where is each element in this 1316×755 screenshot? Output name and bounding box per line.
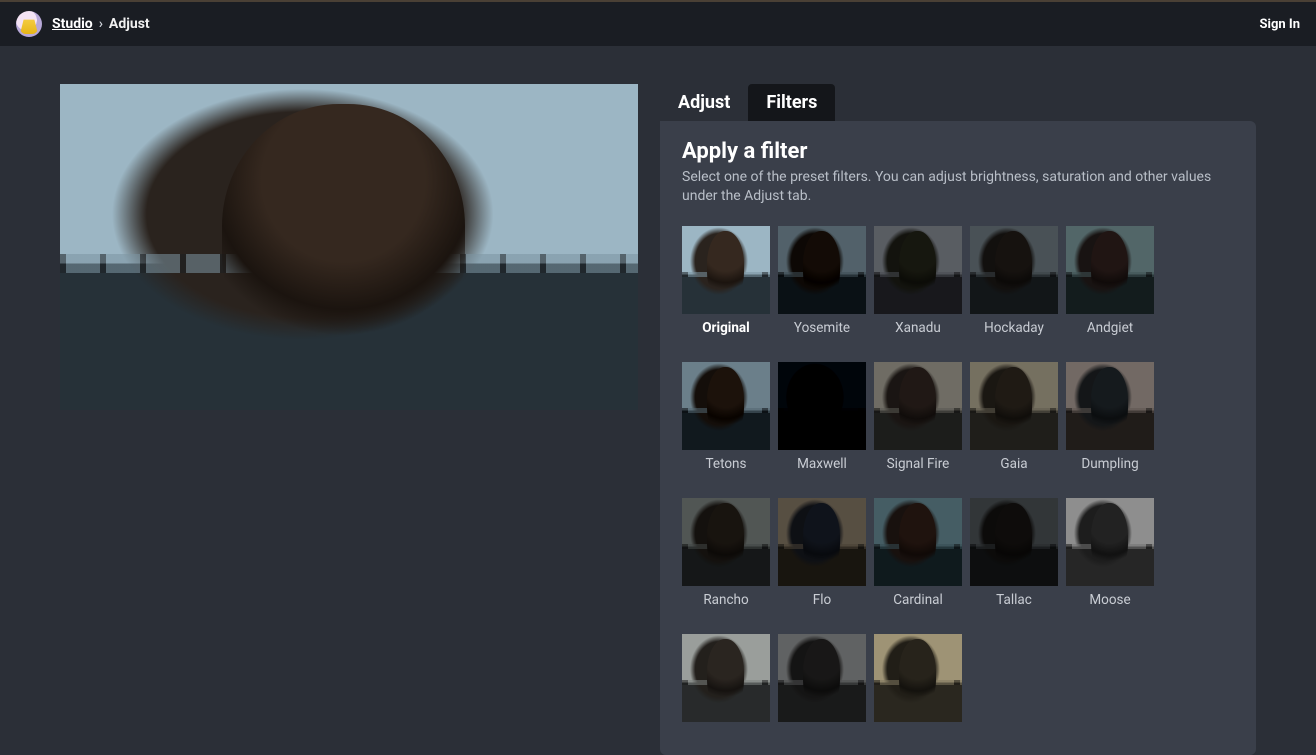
breadcrumb-studio-link[interactable]: Studio (52, 16, 93, 32)
thumbnail-image (682, 226, 770, 314)
filter-maxwell[interactable]: Maxwell (778, 362, 866, 472)
tab-bar: Adjust Filters (660, 84, 1256, 121)
avatar[interactable] (16, 11, 42, 37)
filter-thumbnail (874, 226, 962, 314)
filter-label: Andgiet (1066, 320, 1154, 336)
thumbnail-image (778, 362, 866, 450)
filter-xanadu[interactable]: Xanadu (874, 226, 962, 336)
filter-label: Rancho (682, 592, 770, 608)
filter-thumbnail (970, 362, 1058, 450)
filter-label: Yosemite (778, 320, 866, 336)
filter-gaia[interactable]: Gaia (970, 362, 1058, 472)
filter-andgiet[interactable]: Andgiet (1066, 226, 1154, 336)
thumbnail-image (778, 498, 866, 586)
panel-description: Select one of the preset filters. You ca… (682, 168, 1234, 206)
breadcrumb-text: Studio › Adjust (52, 16, 150, 32)
tab-filters[interactable]: Filters (748, 84, 835, 121)
filter-label: Original (682, 320, 770, 336)
thumbnail-image (874, 226, 962, 314)
thumbnail-image (970, 498, 1058, 586)
filter-thumbnail (874, 498, 962, 586)
image-preview[interactable] (60, 84, 638, 410)
thumbnail-image (970, 226, 1058, 314)
thumbnail-image (682, 362, 770, 450)
filter-thumbnail (1066, 362, 1154, 450)
thumbnail-image (1066, 226, 1154, 314)
thumbnail-image (874, 498, 962, 586)
filters-panel: Apply a filter Select one of the preset … (660, 121, 1256, 755)
filter-label: Hockaday (970, 320, 1058, 336)
sign-in-link[interactable]: Sign In (1260, 17, 1300, 32)
filter-cardinal[interactable]: Cardinal (874, 498, 962, 608)
filter-label: Maxwell (778, 456, 866, 472)
filter-extra3[interactable] (874, 634, 962, 728)
filter-label: Moose (1066, 592, 1154, 608)
filter-thumbnail (682, 498, 770, 586)
filter-label: Dumpling (1066, 456, 1154, 472)
thumbnail-image (778, 634, 866, 722)
thumbnail-image (682, 634, 770, 722)
filter-thumbnail (970, 226, 1058, 314)
tab-adjust[interactable]: Adjust (660, 84, 748, 121)
filter-hockaday[interactable]: Hockaday (970, 226, 1058, 336)
filter-thumbnail (1066, 226, 1154, 314)
filter-signalfire[interactable]: Signal Fire (874, 362, 962, 472)
thumbnail-image (1066, 362, 1154, 450)
filter-tallac[interactable]: Tallac (970, 498, 1058, 608)
filter-original[interactable]: Original (682, 226, 770, 336)
top-bar: Studio › Adjust Sign In (0, 0, 1316, 46)
filter-tetons[interactable]: Tetons (682, 362, 770, 472)
filter-thumbnail (874, 362, 962, 450)
filter-label: Xanadu (874, 320, 962, 336)
editor-panel: Adjust Filters Apply a filter Select one… (660, 84, 1256, 755)
filter-label: Cardinal (874, 592, 962, 608)
thumbnail-image (1066, 498, 1154, 586)
workspace: Adjust Filters Apply a filter Select one… (0, 46, 1316, 755)
filter-thumbnail (778, 362, 866, 450)
filter-dumpling[interactable]: Dumpling (1066, 362, 1154, 472)
filter-grid: Original Yosemite Xanadu Hockaday Andgiet Tet… (682, 226, 1234, 728)
filter-moose[interactable]: Moose (1066, 498, 1154, 608)
filter-extra2[interactable] (778, 634, 866, 728)
filter-thumbnail (682, 362, 770, 450)
filter-thumbnail (970, 498, 1058, 586)
filter-extra1[interactable] (682, 634, 770, 728)
filter-label: Flo (778, 592, 866, 608)
thumbnail-image (778, 226, 866, 314)
thumbnail-image (970, 362, 1058, 450)
filter-flo[interactable]: Flo (778, 498, 866, 608)
filter-thumbnail (682, 634, 770, 722)
breadcrumb: Studio › Adjust (16, 11, 150, 37)
thumbnail-image (682, 498, 770, 586)
chevron-right-icon: › (99, 16, 103, 32)
thumbnail-image (874, 362, 962, 450)
filter-yosemite[interactable]: Yosemite (778, 226, 866, 336)
filter-label: Tallac (970, 592, 1058, 608)
filter-thumbnail (778, 498, 866, 586)
filter-thumbnail (778, 634, 866, 722)
panel-title: Apply a filter (682, 139, 1234, 164)
filter-thumbnail (874, 634, 962, 722)
filter-label: Signal Fire (874, 456, 962, 472)
breadcrumb-current: Adjust (109, 16, 150, 32)
filter-thumbnail (682, 226, 770, 314)
filter-thumbnail (778, 226, 866, 314)
preview-image (60, 84, 638, 410)
filter-thumbnail (1066, 498, 1154, 586)
filter-rancho[interactable]: Rancho (682, 498, 770, 608)
filter-label: Gaia (970, 456, 1058, 472)
thumbnail-image (874, 634, 962, 722)
filter-label: Tetons (682, 456, 770, 472)
